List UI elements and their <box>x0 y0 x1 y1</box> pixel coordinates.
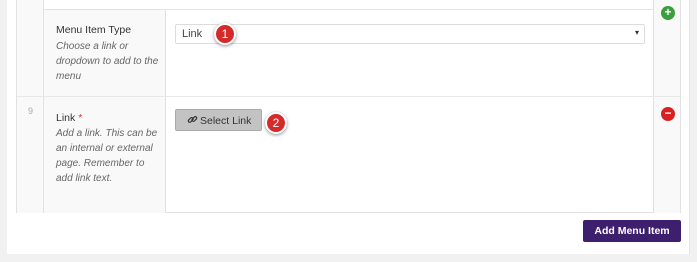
row-number: 9 <box>27 106 33 116</box>
row-number-cell <box>17 0 44 96</box>
menu-item-type-select-value: Link <box>182 28 203 40</box>
chevron-down-icon: ▾ <box>634 28 639 37</box>
select-link-button[interactable]: Select Link <box>175 109 262 131</box>
link-icon-svg <box>187 116 198 123</box>
remove-row-icon[interactable]: − <box>661 107 675 121</box>
required-marker: * <box>78 112 83 124</box>
add-row-icon[interactable]: + <box>661 6 675 20</box>
link-description: Add a link. This can be an internal or e… <box>56 128 158 184</box>
field-label-cell: Menu Item Type Choose a link or dropdown… <box>44 10 166 96</box>
callout-badge-1: 1 <box>214 23 236 45</box>
link-icon <box>187 114 198 128</box>
menu-item-type-label: Menu Item Type <box>56 24 132 36</box>
link-label-text: Link <box>56 112 76 124</box>
field-label-cell: Link * Add a link. This can be an intern… <box>44 97 166 213</box>
callout-badge-2: 2 <box>265 112 287 134</box>
select-link-label: Select Link <box>200 115 252 127</box>
link-row: 9 Link * Add a link. This can be an inte… <box>17 96 680 213</box>
add-menu-item-button[interactable]: Add Menu Item <box>583 220 681 242</box>
link-label: Link * <box>56 112 82 124</box>
row-number-cell: 9 <box>17 97 44 213</box>
menu-item-type-row: Menu Item Type Choose a link or dropdown… <box>17 0 680 96</box>
menu-item-type-select[interactable]: Link ▾ <box>175 24 645 44</box>
menu-item-type-description: Choose a link or dropdown to add to the … <box>56 41 159 82</box>
